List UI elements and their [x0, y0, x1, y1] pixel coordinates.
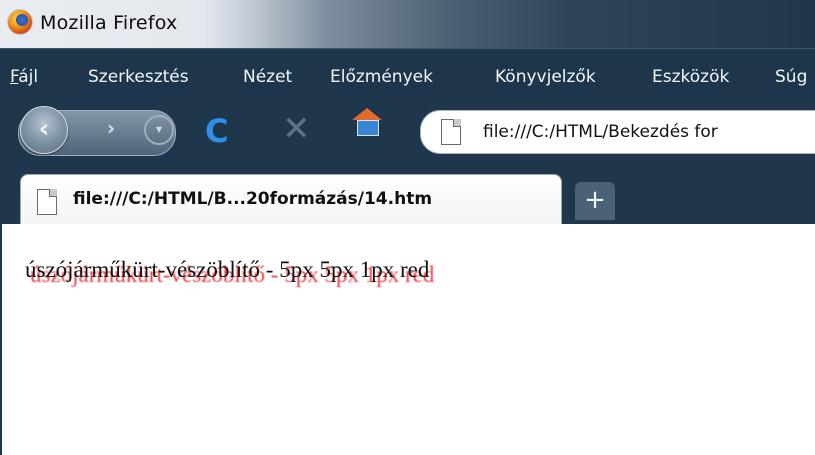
- menu-item-label: ájl: [18, 67, 39, 87]
- home-icon[interactable]: [352, 108, 382, 142]
- menu-mnemonic: F: [10, 67, 19, 87]
- title-bar: Mozilla Firefox: [0, 0, 815, 48]
- paragraph: úszójárműkürt-vészöblítő - 5px 5px 1px r…: [25, 257, 434, 287]
- history-dropdown-icon[interactable]: ▾: [144, 115, 174, 145]
- tab-title: file:///C:/HTML/B...20formázás/14.htm: [73, 189, 433, 209]
- menu-item-file[interactable]: Fájl: [10, 67, 38, 87]
- address-bar[interactable]: file:///C:/HTML/Bekezdés for: [420, 110, 815, 154]
- new-tab-button[interactable]: +: [575, 182, 615, 220]
- menu-item-view[interactable]: Nézet: [243, 67, 292, 87]
- menu-item-help[interactable]: Súg: [775, 67, 807, 87]
- menu-bar: Fájl Szerkesztés Nézet Előzmények Könyvj…: [0, 48, 815, 101]
- tab-active[interactable]: file:///C:/HTML/B...20formázás/14.htm: [20, 174, 562, 225]
- menu-item-history[interactable]: Előzmények: [330, 67, 433, 87]
- reload-icon[interactable]: C: [205, 114, 228, 148]
- forward-arrow-icon[interactable]: ›: [96, 113, 126, 143]
- page-content: úszójárműkürt-vészöblítő - 5px 5px 1px r…: [0, 224, 815, 455]
- menu-item-edit[interactable]: Szerkesztés: [88, 67, 189, 87]
- address-bar-url[interactable]: file:///C:/HTML/Bekezdés for: [483, 122, 718, 142]
- menu-item-bookmarks[interactable]: Könyvjelzők: [495, 67, 596, 87]
- page-icon: [441, 119, 461, 145]
- paragraph-text: úszójárműkürt-vészöblítő - 5px 5px 1px r…: [25, 257, 430, 282]
- navigation-toolbar: ‹ › ▾ C ✕ file:///C:/HTML/Bekezdés for: [0, 100, 815, 162]
- window-title: Mozilla Firefox: [40, 12, 178, 34]
- tab-strip: file:///C:/HTML/B...20formázás/14.htm +: [0, 162, 815, 225]
- back-arrow-icon[interactable]: ‹: [20, 106, 68, 154]
- page-icon: [37, 189, 57, 215]
- firefox-logo-icon[interactable]: [8, 10, 32, 34]
- menu-item-tools[interactable]: Eszközök: [652, 67, 729, 87]
- stop-icon[interactable]: ✕: [282, 112, 311, 146]
